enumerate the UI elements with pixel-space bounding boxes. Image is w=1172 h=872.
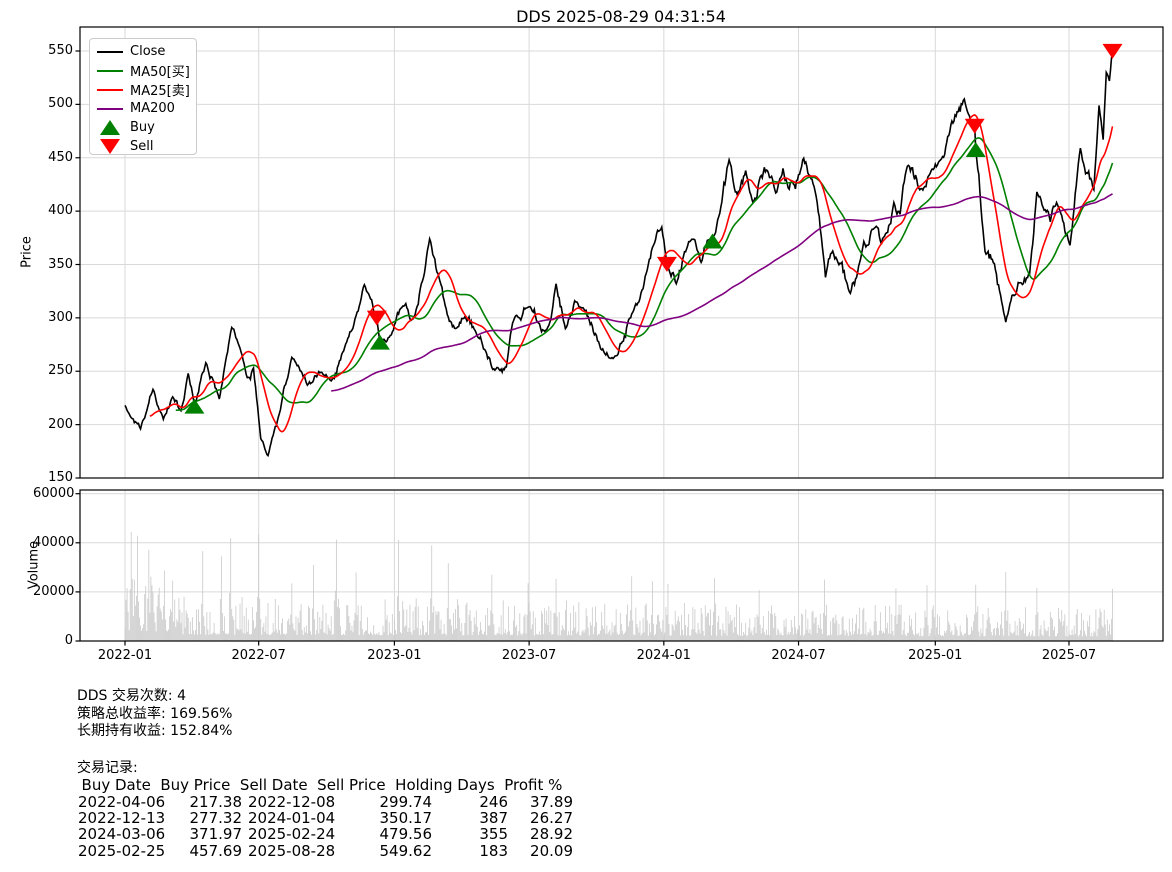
price-panel-border: [80, 27, 1163, 478]
volume-bars: [125, 532, 1113, 641]
legend-label: Close: [130, 44, 165, 59]
trade-table-cell: 299.74: [340, 793, 432, 811]
date-tick-label: 2022-01: [90, 648, 160, 663]
price-ytick-label: 400: [33, 203, 73, 218]
trade-table-cell: 20.09: [510, 842, 573, 860]
trade-table-cell: 2025-02-24: [248, 825, 354, 843]
legend-item-ma25: MA25[卖]: [96, 80, 190, 99]
date-tick-label: 2024-01: [629, 648, 699, 663]
trade-table-cell: 2022-12-08: [248, 793, 354, 811]
trade-table-cell: 479.56: [340, 825, 432, 843]
date-tick-label: 2022-07: [224, 648, 294, 663]
trade-table-header: Buy Date Buy Price Sell Date Sell Price …: [72, 776, 562, 794]
legend-label: MA25[卖]: [130, 80, 190, 99]
trade-table-cell: 371.97: [146, 825, 242, 843]
trade-count-text: DDS 交易次数: 4: [77, 685, 186, 705]
trade-table-cell: 355: [442, 825, 508, 843]
sell-triangle-icon: [100, 139, 120, 154]
legend-item-buy: Buy: [96, 118, 190, 137]
trade-log-title: 交易记录:: [77, 757, 138, 777]
legend-label: MA200: [130, 101, 175, 116]
price-ytick-label: 150: [33, 470, 73, 485]
buy-hold-return-text: 长期持有收益: 152.84%: [77, 720, 232, 740]
buy-marker: [966, 142, 986, 157]
trade-table-cell: 387: [442, 809, 508, 827]
trade-table-cell: 350.17: [340, 809, 432, 827]
close-line: [125, 51, 1113, 455]
price-ytick-label: 300: [33, 310, 73, 325]
legend-item-close: Close: [96, 42, 190, 61]
date-tick-label: 2023-07: [494, 648, 564, 663]
price-ytick-label: 350: [33, 257, 73, 272]
ma50-line: [176, 138, 1113, 410]
legend-line-swatch: [97, 108, 123, 110]
volume-ytick-label: 20000: [33, 584, 73, 599]
trade-table-cell: 28.92: [510, 825, 573, 843]
price-ytick-label: 250: [33, 363, 73, 378]
trade-table-cell: 277.32: [146, 809, 242, 827]
date-tick-label: 2023-01: [359, 648, 429, 663]
trade-table-cell: 246: [442, 793, 508, 811]
legend-item-sell: Sell: [96, 137, 190, 156]
legend-item-ma50: MA50[买]: [96, 61, 190, 80]
trade-table-cell: 26.27: [510, 809, 573, 827]
legend-line-swatch: [97, 51, 123, 53]
date-tick-label: 2025-07: [1034, 648, 1104, 663]
ma25-line: [150, 115, 1113, 432]
price-ytick-label: 500: [33, 96, 73, 111]
buy-triangle-icon: [100, 120, 120, 135]
price-ytick-label: 200: [33, 417, 73, 432]
volume-ytick-label: 40000: [33, 535, 73, 550]
trade-table-cell: 217.38: [146, 793, 242, 811]
chart-title: DDS 2025-08-29 04:31:54: [516, 7, 726, 26]
date-tick-label: 2024-07: [764, 648, 834, 663]
trade-table-cell: 183: [442, 842, 508, 860]
legend-label: Sell: [130, 139, 153, 154]
trade-table-cell: 2024-01-04: [248, 809, 354, 827]
volume-ytick-label: 0: [33, 633, 73, 648]
trade-table-cell: 37.89: [510, 793, 573, 811]
legend-label: MA50[买]: [130, 61, 190, 80]
trade-table-cell: 457.69: [146, 842, 242, 860]
trade-table-cell: 2025-08-28: [248, 842, 354, 860]
price-ytick-label: 550: [33, 43, 73, 58]
legend-item-ma200: MA200: [96, 99, 190, 118]
trade-table-cell: 549.62: [340, 842, 432, 860]
figure: DDS 2025-08-29 04:31:54 Price Volume Clo…: [0, 0, 1172, 872]
date-tick-label: 2025-01: [900, 648, 970, 663]
chart-legend: Close MA50[买]MA25[卖] MA200 Buy Sell: [89, 38, 197, 155]
price-ytick-label: 450: [33, 150, 73, 165]
legend-line-swatch: [97, 89, 123, 91]
legend-line-swatch: [97, 70, 123, 72]
ma200-line: [331, 194, 1112, 391]
legend-label: Buy: [130, 120, 155, 135]
volume-ytick-label: 60000: [33, 486, 73, 501]
